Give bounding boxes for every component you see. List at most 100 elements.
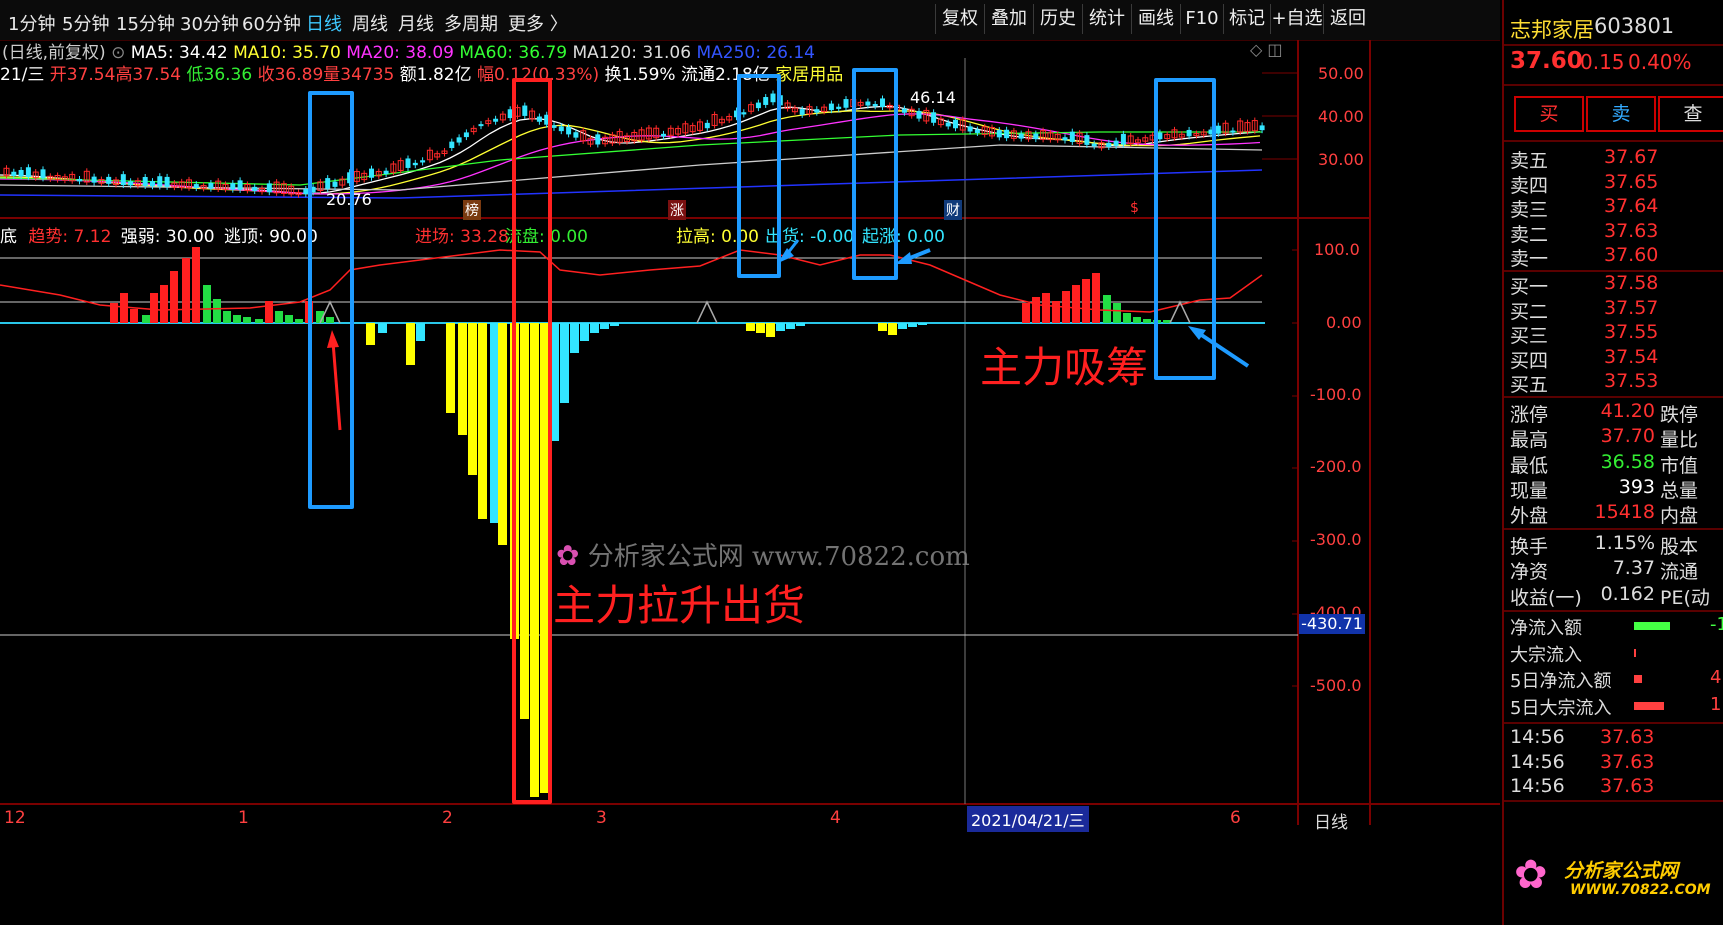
flow-label: 5日净流入额 [1510, 671, 1612, 692]
period-label[interactable]: 日线 [1314, 808, 1348, 833]
price-change: 0.15 [1580, 50, 1625, 74]
sell-level-price[interactable]: 37.60 [1604, 244, 1658, 266]
stat-label-2: 股本 [1660, 536, 1699, 558]
watermark-main-text: 分析家公式网 www.70822.com [587, 542, 970, 572]
x-label-3: 3 [596, 808, 607, 828]
stat-label: 收益(一) [1510, 586, 1582, 609]
flow-value: -1 [1710, 614, 1723, 635]
buy-button[interactable]: 买 [1514, 96, 1584, 132]
sell-level-price[interactable]: 37.65 [1604, 171, 1658, 193]
buy-level-price[interactable]: 37.53 [1604, 370, 1658, 392]
stat-label: 最高 [1510, 429, 1549, 452]
stock-code: 603801 [1594, 14, 1675, 38]
stat-label-2: 市值 [1660, 454, 1699, 477]
stat-label-2: 总量 [1660, 479, 1699, 502]
buy-level-price[interactable]: 37.58 [1604, 272, 1658, 294]
brand-logo: ✿ 分析家公式网 WWW.70822.COM [1514, 852, 1714, 912]
stat-value: 36.58 [1600, 450, 1655, 473]
add-watchlist-button[interactable]: +自选 [1270, 4, 1323, 34]
stat-label-2: 跌停 [1660, 404, 1699, 426]
stat-label: 涨停 [1510, 404, 1549, 426]
x-label-2: 2 [442, 808, 453, 828]
period-daily[interactable]: 日线 [306, 10, 342, 36]
quote-panel: 志邦家居 603801 37.60 0.15 0.40% 买 卖 查 卖五 37.… [1502, 0, 1723, 925]
stat-value: 7.37 [1612, 557, 1655, 580]
back-button[interactable]: 返回 [1323, 4, 1372, 34]
buy-level-price[interactable]: 37.55 [1604, 321, 1658, 343]
sell-level-label: 卖一 [1510, 248, 1549, 271]
current-price: 37.60 [1510, 48, 1583, 74]
sell-level-price[interactable]: 37.64 [1604, 195, 1658, 217]
query-button[interactable]: 查 [1658, 96, 1723, 132]
chart-area[interactable]: (日线,前复权) ⊙ MA5: 34.42 MA10: 35.70 MA20: … [0, 40, 1500, 920]
period-weekly[interactable]: 周线 [352, 10, 388, 36]
stat-value: 37.70 [1600, 425, 1655, 448]
f10-button[interactable]: F10 [1180, 4, 1223, 34]
stock-name: 志邦家居 [1510, 18, 1594, 42]
tick-time: 14:56 [1510, 775, 1565, 798]
ind-axis-0: 0.00 [1326, 313, 1362, 332]
sell-level-price[interactable]: 37.63 [1604, 220, 1658, 242]
period-30min[interactable]: 30分钟 [180, 10, 239, 36]
ind-axis-m500: -500.0 [1310, 676, 1362, 695]
restore-rights-button[interactable]: 复权 [935, 4, 984, 34]
sell-level-price[interactable]: 37.67 [1604, 146, 1658, 168]
draw-line-button[interactable]: 画线 [1131, 4, 1180, 34]
period-60min[interactable]: 60分钟 [242, 10, 301, 36]
stat-label: 现量 [1510, 479, 1549, 502]
stat-value: 41.20 [1600, 400, 1655, 422]
price-axis-30: 30.00 [1318, 150, 1364, 169]
flower-brand-icon: ✿ [1514, 852, 1548, 898]
tick-price: 37.63 [1600, 750, 1655, 773]
overlay-button[interactable]: 叠加 [984, 4, 1033, 34]
history-button[interactable]: 历史 [1033, 4, 1082, 34]
x-label-1: 1 [238, 808, 249, 828]
stat-label-2: 量比 [1660, 429, 1699, 452]
stat-label: 换手 [1510, 536, 1549, 558]
buy-level-price[interactable]: 37.57 [1604, 297, 1658, 319]
ind-axis-m200: -200.0 [1310, 457, 1362, 476]
period-multi[interactable]: 多周期 [444, 10, 498, 36]
period-5min[interactable]: 5分钟 [62, 10, 109, 36]
tick-time: 14:56 [1510, 726, 1565, 748]
stat-label: 净资 [1510, 561, 1549, 584]
period-more[interactable]: 更多 〉 [508, 10, 568, 36]
stat-label-2: 流通 [1660, 561, 1699, 584]
stat-value: 1.15% [1594, 532, 1655, 554]
stat-label: 最低 [1510, 454, 1549, 477]
sell-button[interactable]: 卖 [1586, 96, 1656, 132]
brand-url: WWW.70822.COM [1570, 882, 1711, 898]
annotation-pump-text: 主力拉升出货 [553, 581, 806, 630]
tick-price: 37.63 [1600, 726, 1655, 748]
period-1min[interactable]: 1分钟 [8, 10, 55, 36]
period-15min[interactable]: 15分钟 [116, 10, 175, 36]
cursor-date-label: 2021/04/21/三 [967, 806, 1089, 832]
tick-time: 14:56 [1510, 750, 1565, 773]
price-change-pct: 0.40% [1628, 50, 1692, 74]
sell-level-label: 卖二 [1510, 223, 1549, 246]
flow-label: 大宗流入 [1510, 644, 1582, 666]
stat-value: 0.162 [1600, 582, 1655, 605]
mark-button[interactable]: 标记 [1223, 4, 1270, 34]
price-axis-40: 40.00 [1318, 107, 1364, 126]
sell-level-label: 卖四 [1510, 174, 1549, 197]
brand-name: 分析家公式网 [1564, 860, 1679, 882]
stat-label-2: PE(动 [1660, 586, 1710, 609]
buy-level-price[interactable]: 37.54 [1604, 346, 1658, 368]
period-monthly[interactable]: 月线 [398, 10, 434, 36]
statistics-button[interactable]: 统计 [1082, 4, 1131, 34]
flow-bar [1634, 675, 1642, 683]
buy-level-label: 买五 [1510, 374, 1549, 397]
sell-level-label: 卖五 [1510, 150, 1549, 172]
buy-level-label: 买四 [1510, 349, 1549, 372]
cursor-value-label: -430.71 [1299, 614, 1365, 634]
buy-level-label: 买三 [1510, 325, 1549, 348]
price-axis-50: 50.00 [1318, 64, 1364, 83]
annotation-arrows [327, 239, 1250, 431]
watermark-main: ✿ 分析家公式网 www.70822.com [556, 536, 970, 573]
stat-label: 外盘 [1510, 505, 1549, 528]
x-label-6: 6 [1230, 808, 1241, 828]
sell-level-label: 卖三 [1510, 199, 1549, 222]
x-label-12: 12 [4, 808, 26, 828]
annotation-absorb-text: 主力吸筹 [980, 343, 1149, 392]
